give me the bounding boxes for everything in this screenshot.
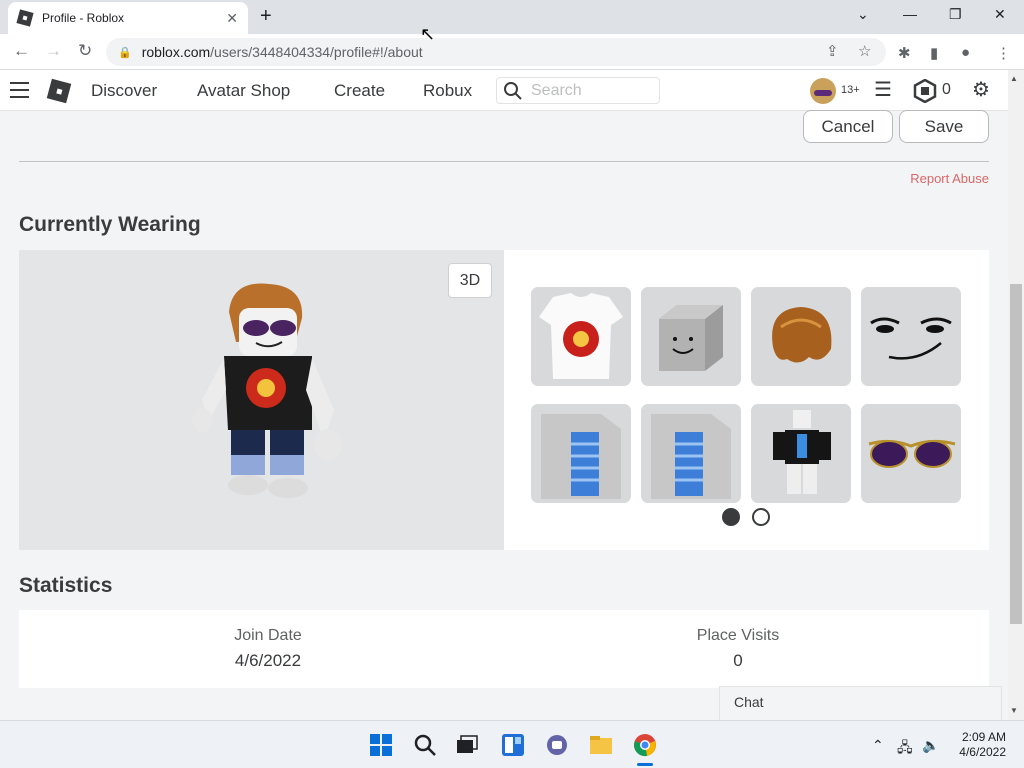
wearing-item[interactable] <box>531 287 631 386</box>
scroll-thumb[interactable] <box>1010 284 1022 624</box>
mouse-cursor-icon: ↖ <box>420 24 436 44</box>
smile-head-item-icon <box>659 305 723 371</box>
reload-icon[interactable]: ↻ <box>78 42 92 60</box>
nav-discover[interactable]: Discover <box>91 81 157 101</box>
clock-time: 2:09 AM <box>961 730 1006 744</box>
windows-taskbar: ⌃ 🖧 🔈 2:09 AM 4/6/2022 <box>0 720 1024 768</box>
search-icon <box>504 81 522 100</box>
nav-avatar-shop[interactable]: Avatar Shop <box>197 81 290 101</box>
scroll-down-icon[interactable]: ▼ <box>1010 706 1018 715</box>
tray-chevron-icon[interactable]: ⌃ <box>872 737 884 754</box>
roblox-favicon-icon <box>16 9 34 27</box>
browser-toolbar: ← → ↻ 🔒 roblox.com/users/3448404334/prof… <box>0 34 1024 70</box>
taskbar-clock[interactable]: 2:09 AM 4/6/2022 <box>950 730 1006 760</box>
taskbar-search-icon[interactable] <box>413 733 437 757</box>
place-visits-label: Place Visits <box>696 627 780 644</box>
report-abuse-link[interactable]: Report Abuse <box>910 171 989 186</box>
chrome-menu-icon[interactable]: ⋮ <box>996 44 1011 62</box>
task-view-icon[interactable] <box>455 733 479 757</box>
place-visits-value: 0 <box>733 651 743 670</box>
widgets-icon[interactable] <box>501 733 525 757</box>
forward-icon[interactable]: → <box>45 42 62 60</box>
browser-titlebar: Profile - Roblox ✕ + ⌄ — ❐ ✕ <box>0 0 1024 34</box>
network-icon[interactable]: 🖧 <box>897 737 913 761</box>
nav-create[interactable]: Create <box>334 81 385 101</box>
statistics-title: Statistics <box>19 574 113 597</box>
hamburger-menu-icon[interactable] <box>10 82 29 98</box>
clock-date: 4/6/2022 <box>959 745 1006 759</box>
nav-robux[interactable]: Robux <box>423 81 472 101</box>
chrome-app-icon[interactable] <box>633 733 657 757</box>
join-date-label: Join Date <box>234 627 302 644</box>
currently-wearing-title: Currently Wearing <box>19 213 201 236</box>
share-icon[interactable]: ⇪ <box>826 42 839 60</box>
right-leg-item-icon <box>651 414 731 499</box>
chat-bar[interactable]: Chat <box>719 686 1002 720</box>
extensions-icon[interactable]: ✱ <box>898 44 911 62</box>
wearing-item[interactable] <box>641 287 741 386</box>
side-panel-icon[interactable]: ▮ <box>930 44 938 62</box>
search-input[interactable] <box>531 81 651 100</box>
outfit-item-icon <box>773 410 831 494</box>
join-date-value: 4/6/2022 <box>234 651 302 670</box>
man-face-item-icon <box>870 317 952 360</box>
restore-icon[interactable]: ❐ <box>949 6 962 23</box>
avatar[interactable] <box>810 78 836 104</box>
bookmark-star-icon[interactable]: ☆ <box>858 42 871 60</box>
currently-wearing-panel: 3D <box>19 250 989 550</box>
wearing-item[interactable] <box>861 404 961 503</box>
browser-tab[interactable]: Profile - Roblox ✕ <box>8 2 248 34</box>
wearing-item[interactable] <box>751 404 851 503</box>
age-badge: 13+ <box>841 84 860 96</box>
hair-item-icon <box>772 307 832 363</box>
roblox-navbar: Discover Avatar Shop Create Robux 13+ ☰ … <box>0 70 1012 111</box>
left-leg-item-icon <box>541 414 621 499</box>
robux-icon[interactable] <box>913 79 937 103</box>
tshirt-item-icon <box>539 293 623 379</box>
pager-dot-1[interactable] <box>722 508 740 526</box>
avatar-figure-icon <box>192 283 342 498</box>
roblox-logo-icon[interactable] <box>46 78 72 104</box>
volume-icon[interactable]: 🔈 <box>922 737 939 754</box>
url-text: roblox.com/users/3448404334/profile#!/ab… <box>141 44 423 60</box>
save-button[interactable]: Save <box>899 110 989 143</box>
active-app-indicator <box>637 763 653 766</box>
robux-count: 0 <box>942 81 951 98</box>
chat-label: Chat <box>734 694 764 710</box>
divider <box>19 161 989 162</box>
search-box[interactable] <box>496 77 660 104</box>
tab-title: Profile - Roblox <box>42 11 125 25</box>
tab-close-icon[interactable]: ✕ <box>226 10 238 27</box>
scroll-up-icon[interactable]: ▲ <box>1010 74 1018 83</box>
wearing-item[interactable] <box>861 287 961 386</box>
notifications-list-icon[interactable]: ☰ <box>874 79 892 101</box>
sunglasses-item-icon <box>868 439 956 468</box>
wearing-item[interactable] <box>641 404 741 503</box>
wearing-item[interactable] <box>531 404 631 503</box>
toggle-3d-button[interactable]: 3D <box>448 263 492 298</box>
minimize-icon[interactable]: — <box>903 6 917 22</box>
tab-search-icon[interactable]: ⌄ <box>857 6 869 23</box>
pager-dot-2[interactable] <box>752 508 770 526</box>
wearing-item[interactable] <box>751 287 851 386</box>
statistics-panel: Join Date 4/6/2022 Place Visits 0 <box>19 610 989 688</box>
place-visits-stat: Place Visits 0 <box>638 627 838 671</box>
window-close-icon[interactable]: ✕ <box>994 6 1006 23</box>
back-icon[interactable]: ← <box>13 42 30 60</box>
cancel-button[interactable]: Cancel <box>803 110 893 143</box>
settings-gear-icon[interactable]: ⚙ <box>972 79 990 101</box>
lock-icon: 🔒 <box>118 46 132 59</box>
profile-icon[interactable]: ● <box>961 44 970 61</box>
new-tab-icon[interactable]: + <box>260 6 272 26</box>
avatar-preview: 3D <box>19 250 504 550</box>
windows-start-icon[interactable] <box>369 733 393 757</box>
address-bar[interactable]: 🔒 roblox.com/users/3448404334/profile#!/… <box>106 38 886 66</box>
join-date-stat: Join Date 4/6/2022 <box>168 627 368 671</box>
file-explorer-icon[interactable] <box>589 733 613 757</box>
teams-chat-icon[interactable] <box>545 733 569 757</box>
